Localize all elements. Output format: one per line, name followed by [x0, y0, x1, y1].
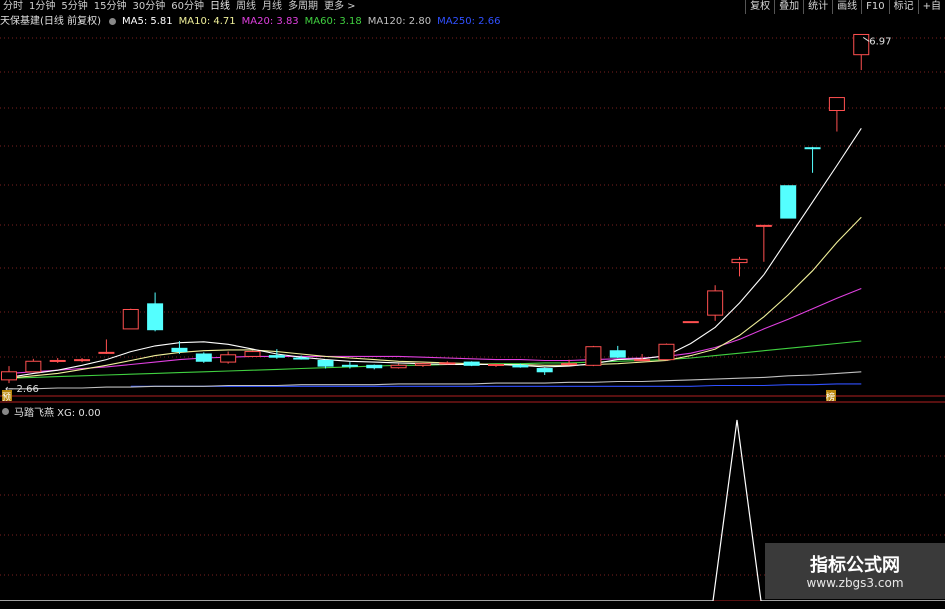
candle-body	[634, 359, 651, 362]
candle-body	[853, 33, 870, 56]
candle-32	[780, 185, 797, 219]
candle-2	[49, 358, 66, 363]
candle-body	[609, 350, 626, 358]
ma5-line	[8, 127, 862, 378]
candle-body	[244, 351, 261, 357]
candle-5	[122, 308, 139, 330]
candle-34	[828, 97, 845, 132]
candle-33	[804, 146, 821, 173]
candle-body	[147, 303, 164, 331]
candle-11	[268, 349, 285, 359]
candle-body	[390, 364, 407, 369]
ma20-line	[8, 287, 862, 374]
candle-body	[755, 224, 772, 227]
candle-body	[658, 343, 675, 361]
candle-body	[414, 363, 431, 366]
bottom-strip	[0, 601, 945, 609]
candle-body	[220, 354, 237, 363]
kline-chart[interactable]: 6.97← 2.66预榜	[0, 0, 945, 609]
indicator-legend-text: 马踏飞燕 XG: 0.00	[14, 408, 101, 419]
candle-body	[731, 258, 748, 264]
candle-body	[488, 363, 504, 366]
grid-lines	[0, 37, 945, 602]
candle-28	[682, 321, 699, 324]
indicator-settings-icon[interactable]	[2, 408, 9, 415]
candle-24	[585, 345, 602, 367]
candle-1	[25, 358, 42, 373]
candle-body	[317, 359, 334, 367]
candle-30	[731, 256, 748, 277]
candle-body	[780, 185, 797, 219]
candle-body	[439, 362, 456, 365]
candle-body	[341, 364, 358, 367]
candle-20	[488, 363, 504, 367]
candle-3	[74, 358, 91, 363]
candlesticks	[1, 33, 870, 384]
candle-0	[1, 366, 17, 384]
indicator-legend: 马踏飞燕 XG: 0.00	[0, 405, 106, 419]
watermark-logo: 指标公式网 www.zbgs3.com	[765, 543, 945, 599]
high-price-label: 6.97	[869, 36, 891, 47]
moving-average-lines	[8, 127, 862, 390]
candle-10	[244, 350, 261, 358]
candle-body	[195, 353, 212, 362]
yu-badge: 预	[2, 392, 11, 403]
candle-body	[293, 357, 310, 360]
candle-17	[414, 362, 431, 367]
candle-body	[74, 359, 91, 362]
candle-body	[828, 97, 845, 112]
candle-18	[439, 361, 456, 365]
candle-body	[98, 351, 115, 354]
candle-body	[1, 371, 17, 381]
candle-body	[366, 364, 383, 369]
candle-19	[463, 361, 480, 367]
candle-27	[658, 343, 675, 361]
candle-22	[536, 367, 553, 376]
candle-25	[609, 345, 626, 359]
candle-body	[463, 361, 480, 366]
candle-body	[268, 355, 285, 358]
price-annotations: 6.97← 2.66预榜	[2, 36, 892, 403]
candle-body	[585, 346, 602, 366]
candle-4	[98, 339, 115, 354]
candle-29	[707, 285, 724, 321]
candle-9	[220, 351, 237, 364]
candle-body	[536, 368, 553, 373]
candle-body	[707, 290, 724, 316]
candle-body	[561, 363, 578, 366]
candle-body	[682, 321, 699, 324]
candle-6	[147, 292, 164, 332]
candle-body	[512, 364, 529, 368]
candle-body	[25, 360, 42, 373]
candle-body	[49, 359, 66, 362]
candle-8	[195, 352, 212, 363]
buy-badge: 榜	[826, 391, 835, 403]
candle-body	[171, 347, 188, 353]
candle-31	[755, 224, 772, 262]
candle-body	[804, 147, 821, 150]
candle-16	[390, 363, 407, 369]
candle-15	[366, 364, 383, 370]
candle-body	[122, 308, 139, 330]
